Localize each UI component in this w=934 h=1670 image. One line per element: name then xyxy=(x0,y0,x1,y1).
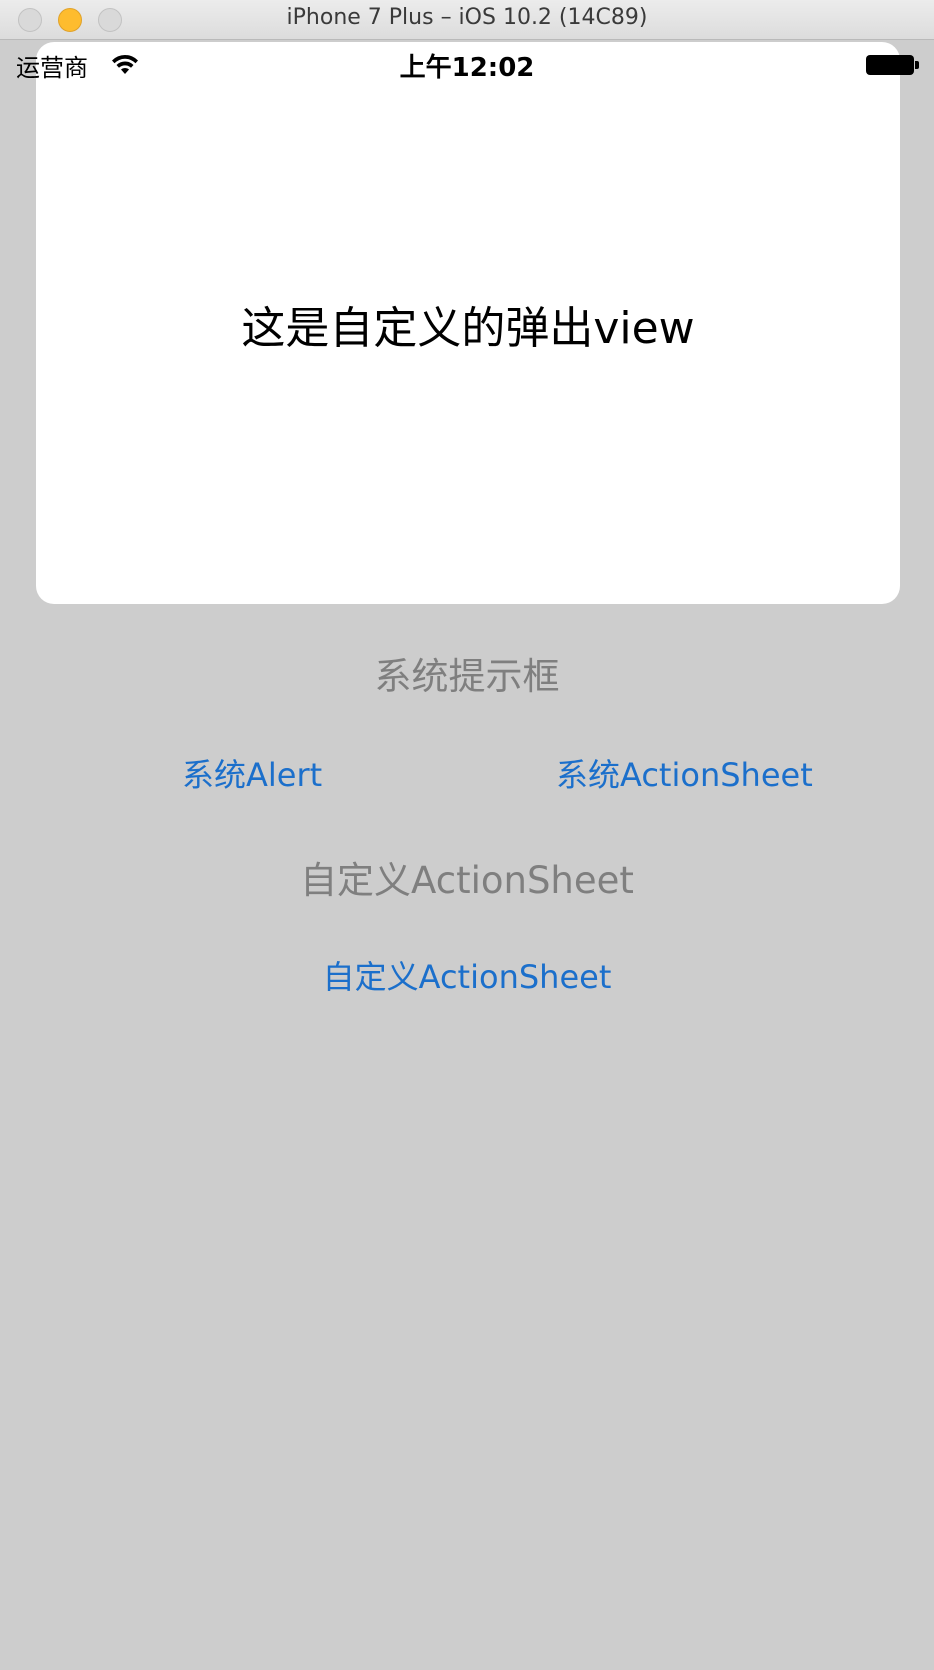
window-titlebar: iPhone 7 Plus – iOS 10.2 (14C89) xyxy=(0,0,934,40)
system-actionsheet-button[interactable]: 系统ActionSheet xyxy=(556,750,813,796)
popup-message: 这是自定义的弹出view xyxy=(241,303,695,354)
custom-actionsheet-section-title: 自定义ActionSheet xyxy=(300,859,634,902)
window-title: iPhone 7 Plus – iOS 10.2 (14C89) xyxy=(286,5,648,30)
custom-popup-view[interactable]: 这是自定义的弹出view xyxy=(36,42,900,604)
custom-actionsheet-button[interactable]: 自定义ActionSheet xyxy=(0,952,934,998)
system-alert-section-title: 系统提示框 xyxy=(374,655,560,698)
status-bar: 运营商 上午12:02 xyxy=(0,40,934,90)
device-screen: 运营商 上午12:02 这是自定义的弹出view 系统提示框 系统Alert 系… xyxy=(0,40,934,1670)
battery-tip xyxy=(915,61,919,69)
status-time: 上午12:02 xyxy=(399,53,535,83)
system-alert-button[interactable]: 系统Alert xyxy=(182,750,322,796)
simulator-window: iPhone 7 Plus – iOS 10.2 (14C89) 运营商 上午1… xyxy=(0,0,934,1670)
battery-icon xyxy=(866,55,914,75)
